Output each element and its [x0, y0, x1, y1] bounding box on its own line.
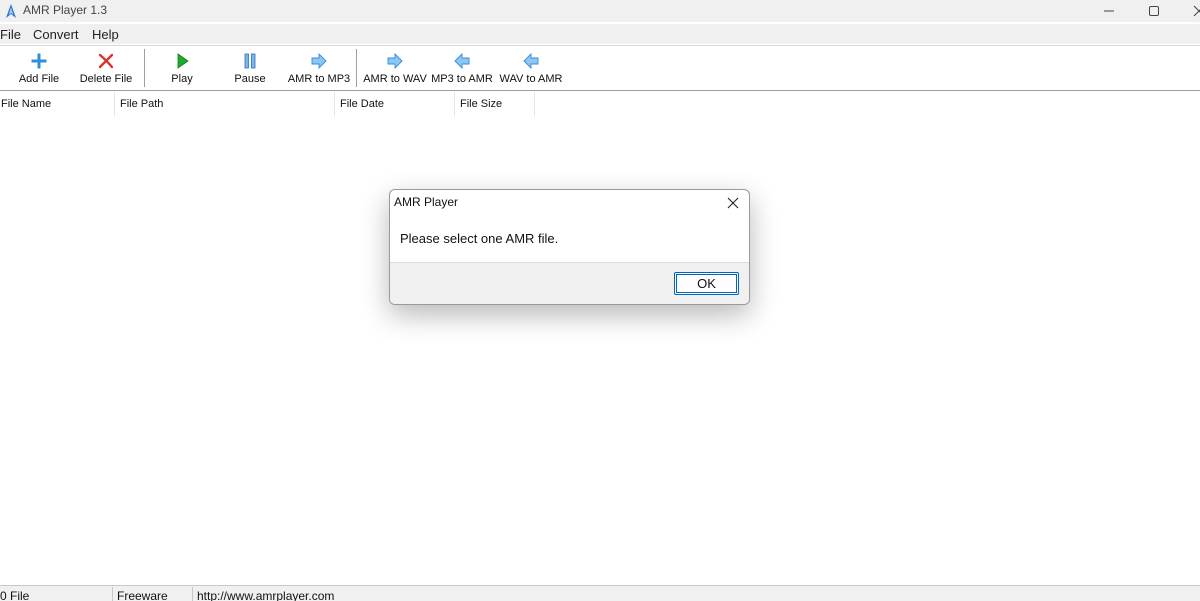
pause-icon: [244, 53, 256, 69]
add-file-button[interactable]: Add File: [5, 46, 73, 90]
toolbar-separator: [144, 49, 145, 87]
status-license: Freeware: [117, 589, 168, 601]
amr-to-mp3-button[interactable]: AMR to MP3: [285, 46, 353, 90]
close-button[interactable]: [1176, 0, 1200, 22]
arrow-left-icon: [454, 52, 470, 70]
column-file-size[interactable]: File Size: [455, 92, 535, 116]
dialog-message: Please select one AMR file.: [400, 231, 559, 246]
status-divider: [192, 587, 193, 601]
menu-help[interactable]: Help: [92, 27, 119, 42]
wav-to-amr-button[interactable]: WAV to AMR: [497, 46, 565, 90]
column-file-name[interactable]: File Name: [0, 92, 115, 116]
amr-to-mp3-label: AMR to MP3: [287, 73, 351, 85]
mp3-to-amr-button[interactable]: MP3 to AMR: [428, 46, 496, 90]
app-icon: [6, 4, 16, 18]
play-icon: [177, 53, 189, 69]
status-file-count: 0 File: [0, 589, 30, 601]
dialog-title: AMR Player: [394, 195, 459, 209]
pause-button[interactable]: Pause: [216, 46, 284, 90]
toolbar: Add File Delete File Play Pause AMR to M…: [0, 45, 1200, 91]
delete-x-icon: [98, 53, 114, 69]
column-file-size-label: File Size: [460, 98, 503, 110]
wav-to-amr-label: WAV to AMR: [499, 73, 563, 85]
arrow-right-icon: [311, 52, 327, 70]
delete-file-button[interactable]: Delete File: [72, 46, 140, 90]
dialog-close-button[interactable]: [721, 192, 745, 214]
title-bar: AMR Player 1.3: [0, 0, 1200, 22]
arrow-left-icon: [523, 52, 539, 70]
column-file-path[interactable]: File Path: [115, 92, 335, 116]
play-label: Play: [171, 73, 193, 85]
minimize-icon: [1104, 10, 1114, 12]
file-list[interactable]: [0, 116, 1200, 584]
status-website: http://www.amrplayer.com: [197, 589, 335, 601]
menu-file[interactable]: File: [0, 27, 21, 42]
menu-bar: File Convert Help: [0, 24, 1200, 44]
pause-label: Pause: [234, 73, 266, 85]
amr-to-wav-button[interactable]: AMR to WAV: [361, 46, 429, 90]
window-title: AMR Player 1.3: [23, 3, 108, 17]
message-dialog: AMR Player Please select one AMR file. O…: [389, 189, 750, 305]
status-divider: [112, 587, 113, 601]
column-file-date[interactable]: File Date: [335, 92, 455, 116]
minimize-button[interactable]: [1086, 0, 1132, 22]
close-icon: [727, 197, 739, 209]
dialog-body: Please select one AMR file.: [390, 214, 749, 262]
plus-icon: [31, 53, 47, 69]
menu-convert[interactable]: Convert: [33, 27, 79, 42]
column-file-name-label: File Name: [1, 98, 52, 110]
maximize-icon: [1149, 6, 1159, 16]
arrow-right-icon: [387, 52, 403, 70]
column-file-date-label: File Date: [340, 98, 385, 110]
mp3-to-amr-label: MP3 to AMR: [431, 73, 493, 85]
column-file-path-label: File Path: [120, 98, 164, 110]
toolbar-separator: [356, 49, 357, 87]
add-file-label: Add File: [18, 73, 60, 85]
amr-to-wav-label: AMR to WAV: [363, 73, 427, 85]
file-list-header: File Name File Path File Date File Size: [0, 92, 1200, 116]
maximize-button[interactable]: [1131, 0, 1177, 22]
play-button[interactable]: Play: [148, 46, 216, 90]
ok-button[interactable]: OK: [674, 272, 739, 295]
dialog-footer: OK: [390, 262, 749, 304]
delete-file-label: Delete File: [79, 73, 133, 85]
close-icon: [1193, 5, 1200, 17]
status-bar: 0 File Freeware http://www.amrplayer.com: [0, 585, 1200, 601]
